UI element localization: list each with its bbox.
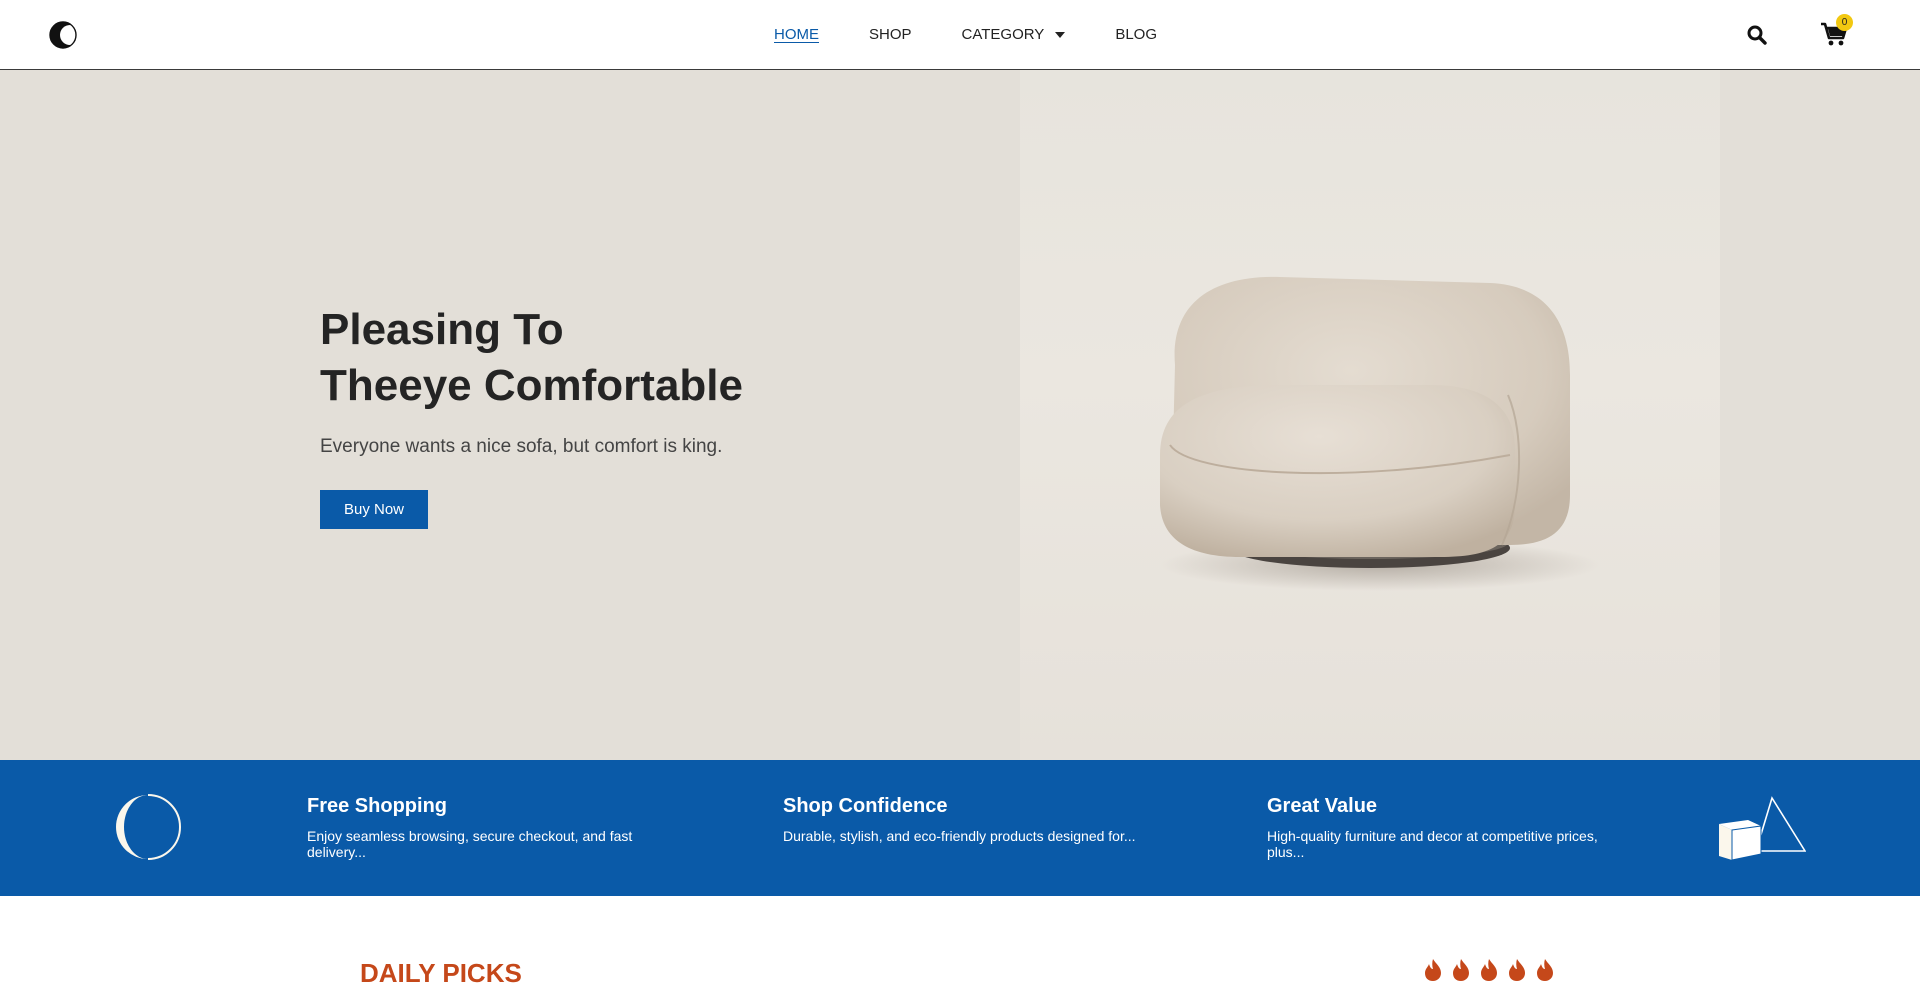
cart-count-badge: 0 [1836,14,1853,31]
logo-icon[interactable] [49,21,79,49]
feature-title: Shop Confidence [783,795,948,817]
hero-subtitle: Everyone wants a nice sofa, but comfort … [320,436,723,457]
cube-triangle-icon [1719,796,1806,861]
feature-text: Enjoy seamless browsing, secure checkout… [307,828,633,860]
site-header: HOME SHOP CATEGORY BLOG 0 [0,0,1920,70]
feature-shop-confidence: Shop Confidence Durable, stylish, and ec… [783,794,1143,844]
feature-text: Durable, stylish, and eco-friendly produ… [783,828,1136,844]
feature-free-shopping: Free Shopping Enjoy seamless browsing, s… [307,794,667,860]
nav-category-label: CATEGORY [961,26,1045,43]
feature-text: High-quality furniture and decor at comp… [1267,828,1598,860]
feature-great-value: Great Value High-quality furniture and d… [1267,794,1627,860]
flame-icons [1422,958,1562,982]
main-nav: HOME SHOP CATEGORY BLOG [774,26,1207,44]
features-band: Free Shopping Enjoy seamless browsing, s… [0,760,1920,896]
flame-icon [1537,959,1553,981]
hero-banner: Pleasing To Theeye Comfortable Everyone … [0,70,1920,760]
crescent-moon-icon [116,794,181,860]
hero-title-line2: Theeye Comfortable [320,361,743,410]
search-icon[interactable] [1747,25,1767,45]
feature-title: Great Value [1267,795,1378,817]
nav-home-link[interactable]: HOME [774,26,819,44]
armchair-image [1160,276,1600,591]
nav-blog-link[interactable]: BLOG [1115,26,1157,44]
hero-title: Pleasing To Theeye Comfortable [320,302,743,414]
nav-shop-link[interactable]: SHOP [869,26,912,44]
buy-now-button[interactable]: Buy Now [320,490,428,529]
hero-title-line1: Pleasing To [320,305,564,354]
caret-down-icon [1055,32,1066,38]
feature-title: Free Shopping [307,795,447,817]
flame-icon [1453,959,1469,981]
flame-icon [1425,959,1441,981]
nav-category-link[interactable]: CATEGORY [962,26,1066,44]
flame-icon [1481,959,1497,981]
daily-picks-title: DAILY PICKS [360,958,522,988]
flame-icon [1509,959,1525,981]
